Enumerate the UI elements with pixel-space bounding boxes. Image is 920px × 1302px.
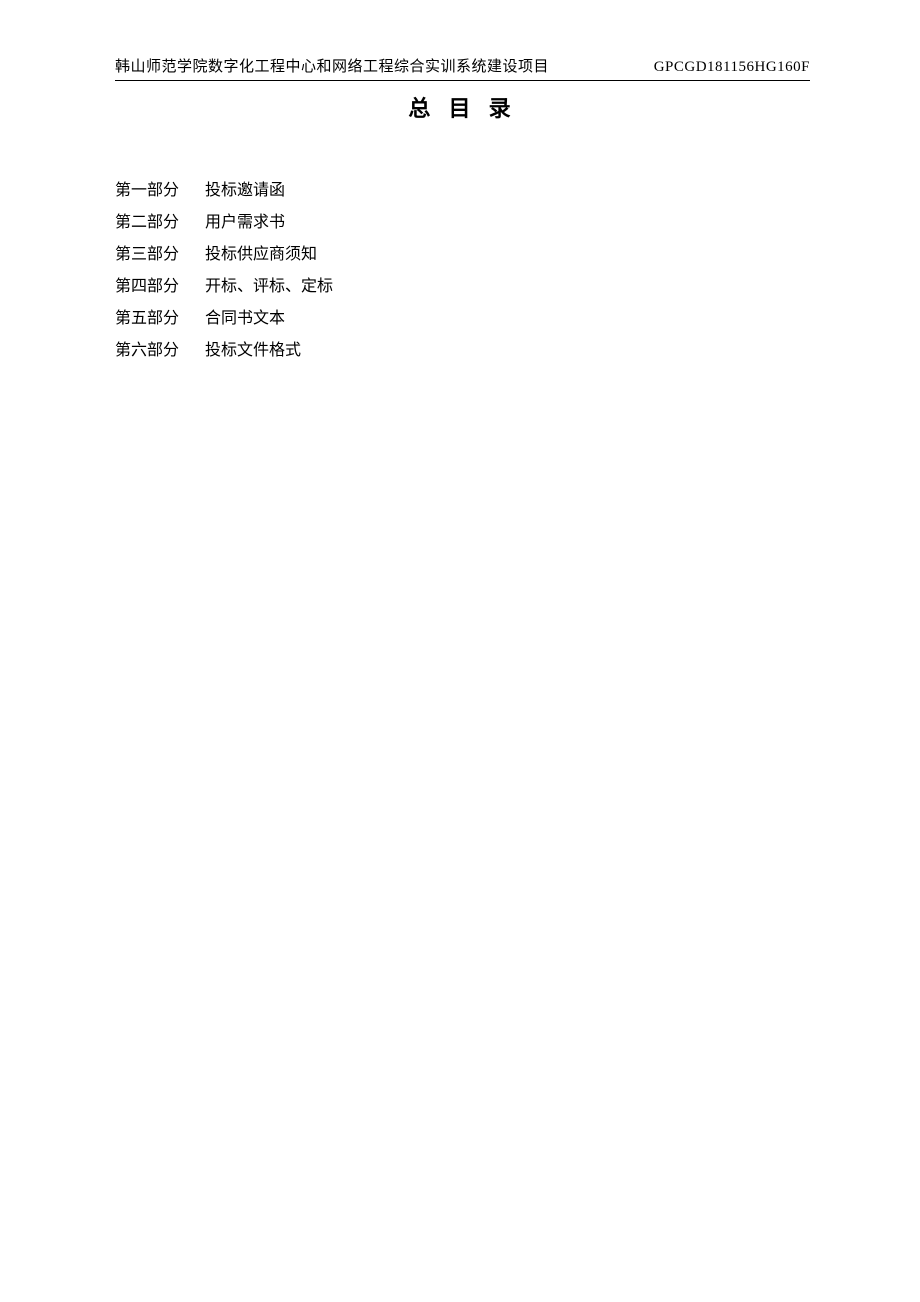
document-page: 韩山师范学院数字化工程中心和网络工程综合实训系统建设项目 GPCGD181156…	[0, 0, 920, 367]
toc-item: 第六部分 投标文件格式	[115, 335, 810, 367]
toc-item: 第三部分 投标供应商须知	[115, 239, 810, 271]
toc-part-label: 第五部分	[115, 303, 205, 335]
toc-section-label: 投标邀请函	[205, 175, 810, 207]
toc-section-label: 投标文件格式	[205, 335, 810, 367]
header-document-code: GPCGD181156HG160F	[654, 59, 810, 76]
toc-section-label: 开标、评标、定标	[205, 271, 810, 303]
table-of-contents: 第一部分 投标邀请函 第二部分 用户需求书 第三部分 投标供应商须知 第四部分 …	[115, 175, 810, 367]
header-project-name: 韩山师范学院数字化工程中心和网络工程综合实训系统建设项目	[115, 55, 549, 76]
toc-part-label: 第一部分	[115, 175, 205, 207]
toc-part-label: 第二部分	[115, 207, 205, 239]
toc-item: 第四部分 开标、评标、定标	[115, 271, 810, 303]
toc-section-label: 投标供应商须知	[205, 239, 810, 271]
toc-item: 第五部分 合同书文本	[115, 303, 810, 335]
toc-part-label: 第六部分	[115, 335, 205, 367]
toc-part-label: 第四部分	[115, 271, 205, 303]
toc-part-label: 第三部分	[115, 239, 205, 271]
toc-item: 第一部分 投标邀请函	[115, 175, 810, 207]
page-header: 韩山师范学院数字化工程中心和网络工程综合实训系统建设项目 GPCGD181156…	[115, 55, 810, 81]
toc-item: 第二部分 用户需求书	[115, 207, 810, 239]
toc-section-label: 合同书文本	[205, 303, 810, 335]
toc-section-label: 用户需求书	[205, 207, 810, 239]
page-title: 总 目 录	[115, 91, 810, 123]
